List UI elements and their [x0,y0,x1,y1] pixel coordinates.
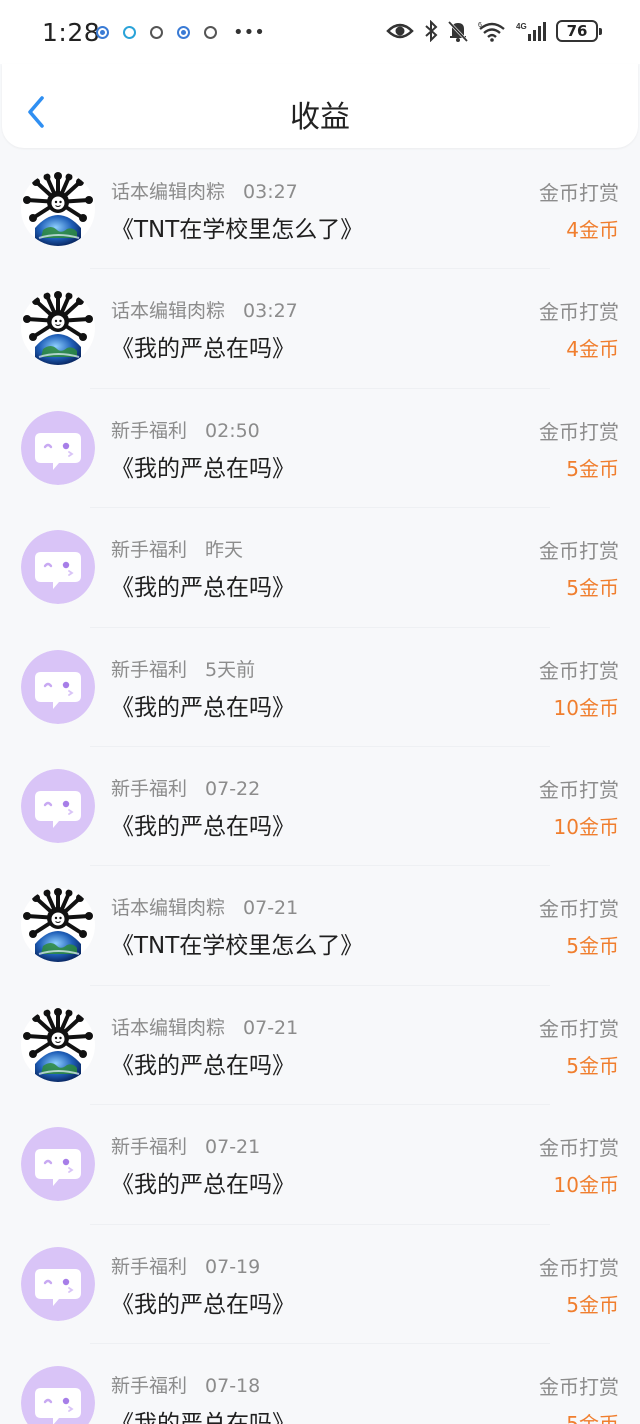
item-time: 07-21 [205,1136,261,1159]
app-notification-icon [123,26,136,39]
reward-amount: 5金币 [566,576,619,601]
work-title: 《我的严总在吗》 [111,1291,295,1318]
welfare-avatar [21,1246,95,1321]
reward-type: 金币打赏 [539,1136,619,1161]
item-time: 07-21 [243,897,299,920]
eye-icon [386,23,414,39]
reward-type: 金币打赏 [539,539,619,564]
reward-type: 金币打赏 [539,300,619,325]
work-title: 《TNT在学校里怎么了》 [111,217,364,243]
income-list-item[interactable]: 新手福利 02:50 《我的严总在吗》 金币打赏 5金币 [0,389,640,509]
income-list-item[interactable]: 新手福利 07-18 《我的严总在吗》 金币打赏 5金币 [0,1344,640,1424]
work-title: 《我的严总在吗》 [111,1052,295,1079]
work-title: 《我的严总在吗》 [111,455,295,482]
reward-type: 金币打赏 [539,1255,619,1280]
sender-name: 话本编辑肉粽 03:27 [111,181,298,203]
welfare-avatar [21,1127,95,1202]
work-title: 《我的严总在吗》 [111,575,295,602]
reward-type: 金币打赏 [539,897,619,922]
app-notification-icon [204,26,217,39]
sender-name: 新手福利 07-18 [111,1374,261,1397]
notification-icons: ••• [96,21,265,43]
sender-name: 话本编辑肉粽 07-21 [111,897,299,920]
page-title: 收益 [290,100,350,135]
income-list: 话本编辑肉粽 03:27 《TNT在学校里怎么了》 金币打赏 4金币 话本编辑肉… [0,150,640,1424]
sender-name: 新手福利 昨天 [111,539,244,562]
reward-type: 金币打赏 [539,1374,619,1399]
svg-text:6: 6 [478,22,482,29]
app-notification-icon [96,26,109,39]
income-list-item[interactable]: 新手福利 5天前 《我的严总在吗》 金币打赏 10金币 [0,628,640,747]
work-title: 《我的严总在吗》 [111,813,295,840]
welfare-avatar [21,410,95,485]
more-notifications-icon: ••• [233,21,265,43]
income-list-item[interactable]: 话本编辑肉粽 07-21 《我的严总在吗》 金币打赏 5金币 [0,986,640,1106]
income-list-item[interactable]: 新手福利 昨天 《我的严总在吗》 金币打赏 5金币 [0,508,640,628]
bluetooth-icon [425,20,438,42]
reward-amount: 5金币 [566,1292,619,1317]
system-icons: 6 4G 76 [386,20,602,42]
mute-bell-icon [448,20,468,42]
item-time: 昨天 [205,539,244,562]
item-time: 02:50 [205,419,260,442]
item-time: 07-21 [243,1016,299,1039]
sender-name: 新手福利 07-21 [111,1136,261,1159]
editor-avatar [21,1007,95,1082]
sender-name: 新手福利 07-19 [111,1255,261,1278]
item-time: 5天前 [205,658,256,681]
work-title: 《我的严总在吗》 [111,1410,295,1424]
sender-name: 新手福利 07-22 [111,777,261,800]
editor-avatar [21,291,95,366]
reward-type: 金币打赏 [539,419,619,444]
welfare-avatar [21,1365,95,1424]
battery-indicator: 76 [556,20,602,42]
reward-amount: 10金币 [553,814,619,839]
cellular-signal-icon: 4G [516,22,546,41]
work-title: 《TNT在学校里怎么了》 [111,933,364,960]
income-list-item[interactable]: 新手福利 07-21 《我的严总在吗》 金币打赏 10金币 [0,1105,640,1225]
item-time: 07-19 [205,1255,261,1278]
reward-amount: 4金币 [566,218,619,242]
welfare-avatar [21,530,95,605]
reward-type: 金币打赏 [539,181,619,205]
income-list-item[interactable]: 话本编辑肉粽 03:27 《我的严总在吗》 金币打赏 4金币 [0,269,640,389]
reward-amount: 5金币 [566,1053,619,1078]
reward-type: 金币打赏 [539,658,619,683]
income-list-item[interactable]: 新手福利 07-19 《我的严总在吗》 金币打赏 5金币 [0,1225,640,1344]
item-time: 03:27 [243,181,298,203]
income-list-item[interactable]: 话本编辑肉粽 03:27 《TNT在学校里怎么了》 金币打赏 4金币 [0,150,640,270]
status-bar: 1:28 ••• 6 4G 76 [0,0,640,64]
income-list-item[interactable]: 话本编辑肉粽 07-21 《TNT在学校里怎么了》 金币打赏 5金币 [0,866,640,986]
reward-amount: 5金币 [566,1411,619,1424]
reward-type: 金币打赏 [539,1016,619,1041]
app-notification-icon [150,26,163,39]
reward-amount: 10金币 [553,695,619,720]
reward-amount: 5金币 [566,456,619,481]
wifi-icon: 6 [478,22,505,42]
sender-name: 话本编辑肉粽 07-21 [111,1016,299,1039]
status-time: 1:28 [42,18,101,47]
app-notification-icon [177,26,190,39]
sender-name: 新手福利 02:50 [111,419,260,442]
work-title: 《我的严总在吗》 [111,336,295,363]
work-title: 《我的严总在吗》 [111,694,295,721]
item-time: 07-22 [205,777,261,800]
editor-avatar [21,172,95,246]
reward-amount: 10金币 [553,1173,619,1198]
page-header: 收益 [2,64,638,148]
sender-name: 新手福利 5天前 [111,658,256,681]
item-time: 03:27 [243,300,298,323]
reward-amount: 5金币 [566,934,619,959]
welfare-avatar [21,768,95,843]
sender-name: 话本编辑肉粽 03:27 [111,300,298,323]
reward-type: 金币打赏 [539,777,619,802]
signal-label: 4G [516,22,527,31]
welfare-avatar [21,649,95,724]
work-title: 《我的严总在吗》 [111,1172,295,1199]
editor-avatar [21,888,95,963]
item-time: 07-18 [205,1374,261,1397]
income-list-item[interactable]: 新手福利 07-22 《我的严总在吗》 金币打赏 10金币 [0,747,640,867]
reward-amount: 4金币 [566,337,619,362]
